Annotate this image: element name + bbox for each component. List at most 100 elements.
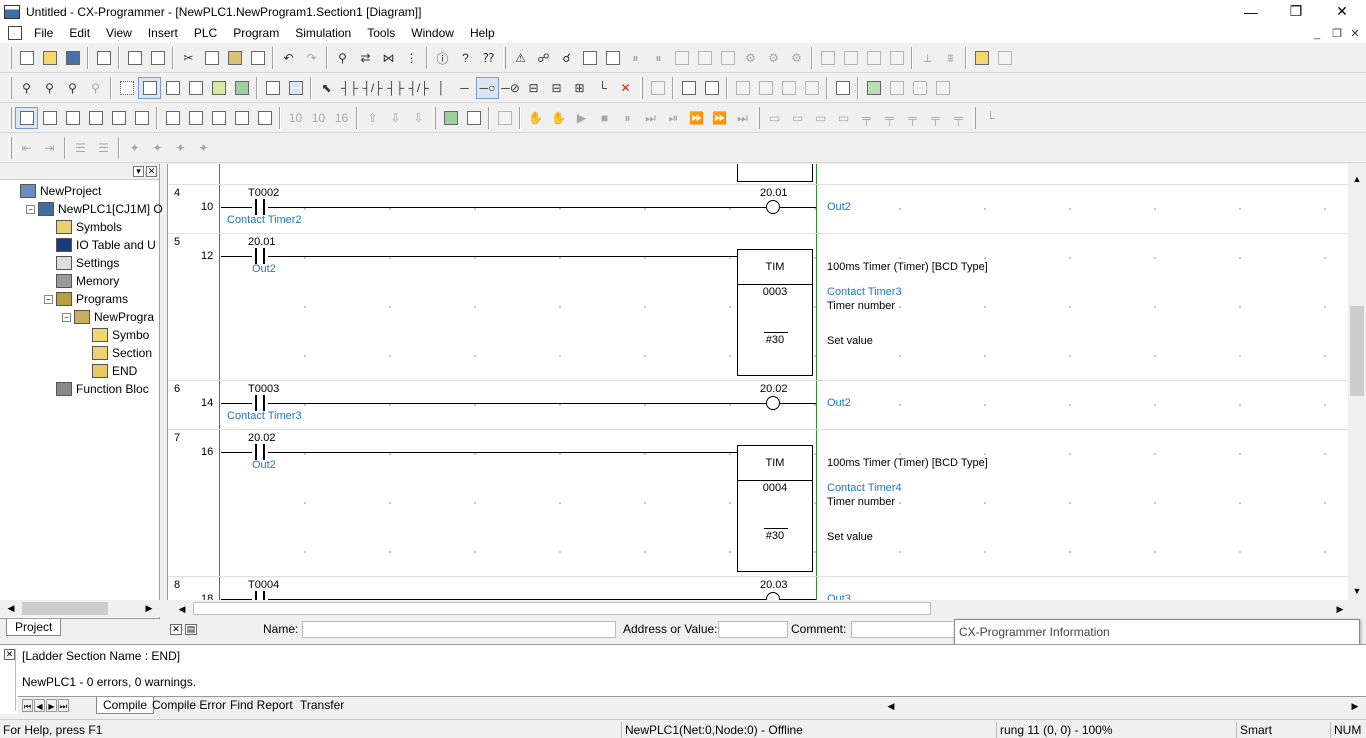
tree-expander-icon[interactable]: − xyxy=(44,294,53,304)
properties-icon[interactable] xyxy=(107,107,130,129)
function-block[interactable] xyxy=(737,164,813,182)
tree-item[interactable]: NewProject xyxy=(8,182,101,200)
compile-icon[interactable] xyxy=(700,77,723,99)
fb-icon-9[interactable]: ╤ xyxy=(947,107,970,129)
warning-icon[interactable]: ⚠ xyxy=(509,47,532,69)
io-comments-icon[interactable] xyxy=(261,77,284,99)
force-off-icon[interactable]: ⚙ xyxy=(762,47,785,69)
scroll-thumb[interactable] xyxy=(22,602,108,615)
find-icon[interactable]: ⚲ xyxy=(331,47,354,69)
scroll-thumb[interactable] xyxy=(1350,306,1364,396)
tab-compile-error[interactable]: Compile Error xyxy=(146,697,232,714)
scroll-down-icon[interactable]: ▼ xyxy=(1350,584,1364,598)
cancel-all-icon[interactable] xyxy=(885,47,908,69)
tab-project[interactable]: Project xyxy=(6,619,62,636)
cut-icon[interactable]: ✂ xyxy=(177,47,200,69)
watch-remove-icon[interactable] xyxy=(908,77,931,99)
zoom-to-fit-icon[interactable]: ⚲ xyxy=(38,77,61,99)
run-icon[interactable]: ▶ xyxy=(570,107,593,129)
tab-first-icon[interactable]: ⏮ xyxy=(22,699,33,712)
tree-item[interactable]: Symbo xyxy=(80,326,149,344)
new-coil-icon[interactable]: ─○ xyxy=(476,77,499,99)
breakpoint-toggle-icon[interactable]: ✦ xyxy=(146,137,169,159)
set-icon[interactable] xyxy=(816,47,839,69)
menu-window[interactable]: Window xyxy=(403,23,462,43)
replace-icon[interactable]: ⇄ xyxy=(354,47,377,69)
connect-line-icon[interactable]: └ xyxy=(979,107,1002,129)
simulation-stop-icon[interactable] xyxy=(993,47,1016,69)
about-icon[interactable]: ⓘ xyxy=(431,47,454,69)
tree-item[interactable]: Symbols xyxy=(44,218,122,236)
new-closed-or-icon[interactable]: ┤/├ xyxy=(407,77,430,99)
st-view-icon[interactable] xyxy=(207,107,230,129)
comment-field[interactable] xyxy=(851,621,957,638)
ct-icon[interactable] xyxy=(284,77,307,99)
contact[interactable] xyxy=(252,395,268,411)
watch-window-toggle-icon[interactable] xyxy=(61,107,84,129)
watch-window-icon[interactable] xyxy=(862,77,885,99)
list-sort-icon[interactable]: ☰ xyxy=(92,137,115,159)
restore-button[interactable]: ❐ xyxy=(1273,0,1319,23)
cross-reference-icon[interactable]: ⋈ xyxy=(377,47,400,69)
new-or-contact-icon[interactable]: ┤├ xyxy=(384,77,407,99)
watch-add-icon[interactable] xyxy=(885,77,908,99)
line-delete-icon[interactable]: ✕ xyxy=(614,77,637,99)
simulator-icon[interactable] xyxy=(439,107,462,129)
scroll-up-icon[interactable]: ▲ xyxy=(1350,172,1364,186)
pause-icon[interactable]: ⏸ xyxy=(647,47,670,69)
fb-icon-7[interactable]: ╤ xyxy=(901,107,924,129)
name-field[interactable] xyxy=(302,621,616,638)
set-value-icon[interactable] xyxy=(862,47,885,69)
ladder-view-icon[interactable] xyxy=(161,107,184,129)
show-program-icon[interactable] xyxy=(207,77,230,99)
tree-item[interactable]: Settings xyxy=(44,254,119,272)
scroll-right-icon[interactable]: ▶ xyxy=(1348,699,1362,713)
breakpoint-clear-icon[interactable]: ✦ xyxy=(169,137,192,159)
contact[interactable] xyxy=(252,591,268,600)
contact[interactable] xyxy=(252,444,268,460)
close-button[interactable]: ✕ xyxy=(1319,0,1365,23)
fb-icon-8[interactable]: ╤ xyxy=(924,107,947,129)
scroll-thumb[interactable] xyxy=(193,602,931,615)
menu-help[interactable]: Help xyxy=(462,23,503,43)
force-cancel-icon[interactable]: ⚙ xyxy=(785,47,808,69)
panel-dock-icon[interactable]: ▾ xyxy=(133,166,144,177)
indent-left-icon[interactable]: ⇤ xyxy=(15,137,38,159)
mdi-minimize-button[interactable]: _ xyxy=(1308,26,1326,42)
fast-forward-icon[interactable]: ⏩ xyxy=(708,107,731,129)
compare-icon[interactable] xyxy=(670,47,693,69)
output-window-icon[interactable] xyxy=(38,107,61,129)
panel-close-icon[interactable]: ✕ xyxy=(146,166,157,177)
breakpoint-icon[interactable]: ✦ xyxy=(123,137,146,159)
output-coil[interactable] xyxy=(766,200,780,214)
show-symbols-icon[interactable] xyxy=(230,77,253,99)
breakpoint-remove-icon[interactable]: ✦ xyxy=(192,137,215,159)
stop-icon[interactable]: ■ xyxy=(593,107,616,129)
step-in-icon[interactable]: ✋ xyxy=(524,107,547,129)
scroll-right-icon[interactable]: ▶ xyxy=(1333,602,1347,616)
display-10b-icon[interactable]: 10 xyxy=(307,107,330,129)
step-run-icon[interactable]: ⏭ xyxy=(639,107,662,129)
select-mode-icon[interactable]: ⬉ xyxy=(315,77,338,99)
monitor-view-icon[interactable] xyxy=(184,77,207,99)
grid-icon[interactable] xyxy=(115,77,138,99)
tab-transfer[interactable]: Transfer xyxy=(294,697,350,714)
continuous-step-icon[interactable]: ⏩ xyxy=(685,107,708,129)
project-horizontal-scrollbar[interactable]: ◀ ▶ xyxy=(0,600,160,617)
fb-icon-3[interactable]: ▭ xyxy=(809,107,832,129)
data-trace-icon[interactable]: ⩩ xyxy=(939,47,962,69)
zoom-icon[interactable]: ⚲ xyxy=(15,77,38,99)
paste-icon[interactable] xyxy=(223,47,246,69)
tree-item[interactable]: Function Bloc xyxy=(44,380,149,398)
tree-item[interactable]: END xyxy=(80,362,137,380)
online-edit-start-icon[interactable] xyxy=(731,77,754,99)
output-coil[interactable] xyxy=(766,396,780,410)
mdi-restore-button[interactable]: ❐ xyxy=(1328,26,1346,42)
indent-right-icon[interactable]: ⇥ xyxy=(38,137,61,159)
fb-icon-2[interactable]: ▭ xyxy=(786,107,809,129)
undo-icon[interactable]: ↶ xyxy=(277,47,300,69)
tree-item[interactable]: − Programs xyxy=(44,290,128,308)
output-coil[interactable] xyxy=(766,592,780,600)
redo-icon[interactable]: ↷ xyxy=(300,47,323,69)
fb-icon-1[interactable]: ▭ xyxy=(763,107,786,129)
